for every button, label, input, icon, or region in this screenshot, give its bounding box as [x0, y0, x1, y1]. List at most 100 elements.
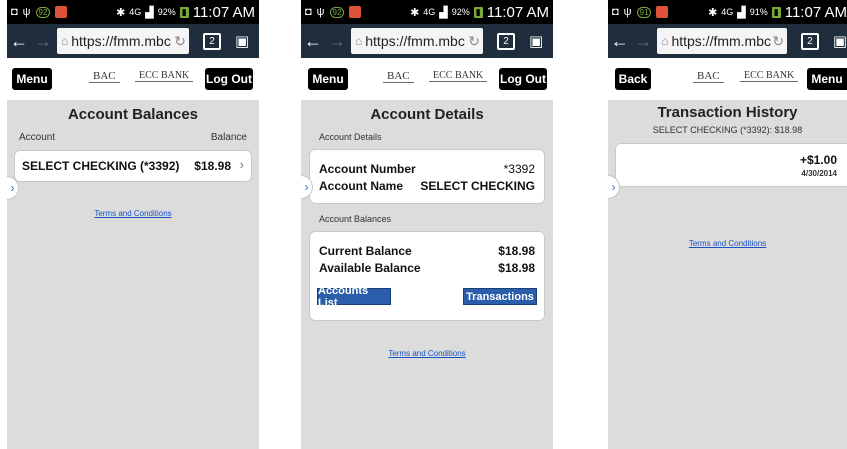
account-balances-card: Current Balance $18.98 Available Balance…: [309, 231, 545, 321]
menu-button[interactable]: Menu: [12, 68, 52, 90]
usb-icon: ψ: [22, 6, 31, 18]
browser-toolbar: ← → ⌂ https://fmm.mbc ↻ 2 ▣: [301, 24, 553, 58]
notification-badge: 92: [35, 6, 51, 18]
clock: 11:07 AM: [192, 3, 255, 21]
bluetooth-icon: ✱: [410, 6, 420, 19]
browser-toolbar: ← → ⌂ https://fmm.mbc ↻ 2 ▣: [7, 24, 259, 58]
page-title: Transaction History: [657, 104, 798, 121]
url-text: https://fmm.mbc: [365, 33, 465, 49]
notification-icon: ◘: [11, 6, 18, 18]
url-text: https://fmm.mbc: [671, 33, 772, 49]
signal-label: 4G: [129, 7, 142, 17]
terms-link[interactable]: Terms and Conditions: [301, 349, 553, 358]
usb-icon: ψ: [623, 6, 632, 18]
bac-logo: BAC: [693, 70, 724, 83]
battery-icon: ▮: [179, 6, 189, 18]
bluetooth-icon: ✱: [116, 6, 126, 19]
forward-arrow-icon[interactable]: →: [632, 31, 656, 52]
account-name: SELECT CHECKING (*3392): [22, 159, 180, 173]
notification-icon: ◘: [305, 6, 312, 18]
menu-button[interactable]: Menu: [807, 68, 847, 90]
signal-icon: ▟: [145, 6, 154, 19]
app-header: Menu BAC ECC BANK Log Out: [7, 58, 259, 100]
column-header-account: Account: [19, 132, 56, 143]
lock-icon: ⌂: [61, 34, 69, 48]
reload-icon[interactable]: ↻: [174, 33, 186, 50]
bookmark-icon[interactable]: ▣: [529, 32, 543, 50]
app-notification-icon: [656, 6, 669, 18]
tabs-button[interactable]: 2: [203, 32, 221, 50]
back-arrow-icon[interactable]: ←: [608, 31, 632, 52]
signal-icon: ▟: [737, 6, 746, 19]
app-notification-icon: [349, 6, 362, 18]
transaction-row[interactable]: +$1.00 4/30/2014: [615, 143, 847, 187]
logout-button[interactable]: Log Out: [205, 68, 253, 90]
status-bar: ◘ ψ 91 ✱ 4G ▟ 91% ▮ 11:07 AM: [608, 0, 847, 24]
available-balance-label: Available Balance: [319, 261, 421, 275]
account-number-label: Account Number: [319, 162, 416, 176]
notification-badge: 92: [329, 6, 345, 18]
url-text: https://fmm.mbc: [71, 33, 171, 49]
logout-button[interactable]: Log Out: [499, 68, 547, 90]
clock: 11:07 AM: [784, 3, 847, 21]
usb-icon: ψ: [316, 6, 325, 18]
address-bar[interactable]: ⌂ https://fmm.mbc ↻: [57, 28, 189, 54]
back-arrow-icon[interactable]: ←: [301, 31, 325, 52]
status-bar: ◘ ψ 92 ✱ 4G ▟ 92% ▮ 11:07 AM: [301, 0, 553, 24]
lock-icon: ⌂: [355, 34, 363, 48]
column-header-balance: Balance: [210, 132, 247, 143]
bac-logo: BAC: [383, 70, 414, 83]
address-bar[interactable]: ⌂ https://fmm.mbc ↻: [351, 28, 483, 54]
chevron-right-icon: ›: [239, 157, 244, 172]
menu-button[interactable]: Menu: [308, 68, 348, 90]
browser-toolbar: ← → ⌂ https://fmm.mbc ↻ 2 ▣: [608, 24, 847, 58]
transactions-button[interactable]: Transactions: [463, 288, 537, 305]
transaction-date: 4/30/2014: [801, 169, 837, 178]
bookmark-icon[interactable]: ▣: [833, 32, 847, 50]
forward-arrow-icon[interactable]: →: [325, 31, 349, 52]
tabs-button[interactable]: 2: [497, 32, 515, 50]
page-title: Account Details: [370, 106, 484, 123]
back-button[interactable]: Back: [615, 68, 651, 90]
account-number-value: *3392: [503, 162, 535, 176]
address-bar[interactable]: ⌂ https://fmm.mbc ↻: [657, 28, 788, 54]
forward-arrow-icon[interactable]: →: [31, 31, 55, 52]
battery-percent: 91%: [749, 7, 768, 17]
app-header: Menu BAC ECC BANK Log Out: [301, 58, 553, 100]
battery-icon: ▮: [771, 6, 781, 18]
back-arrow-icon[interactable]: ←: [7, 31, 31, 52]
terms-link[interactable]: Terms and Conditions: [7, 209, 259, 218]
bluetooth-icon: ✱: [708, 6, 718, 19]
account-row[interactable]: SELECT CHECKING (*3392) $18.98 ›: [14, 150, 252, 182]
notification-badge: 91: [636, 6, 652, 18]
terms-link[interactable]: Terms and Conditions: [608, 239, 847, 248]
available-balance-value: $18.98: [498, 261, 535, 275]
accounts-list-button[interactable]: Accounts List: [317, 285, 391, 309]
battery-percent: 92%: [451, 7, 470, 17]
battery-percent: 92%: [157, 7, 176, 17]
current-balance-value: $18.98: [498, 244, 535, 258]
page-title: Account Balances: [67, 106, 199, 123]
reload-icon[interactable]: ↻: [468, 33, 480, 50]
app-header: Back BAC ECC BANK Menu: [608, 58, 847, 100]
current-balance-label: Current Balance: [319, 244, 412, 258]
tabs-button[interactable]: 2: [801, 32, 819, 50]
clock: 11:07 AM: [486, 3, 549, 21]
reload-icon[interactable]: ↻: [772, 33, 784, 50]
notification-icon: ◘: [612, 6, 619, 18]
section-header-details: Account Details: [319, 132, 382, 142]
transaction-amount: +$1.00: [799, 153, 837, 167]
account-name-label: Account Name: [319, 179, 404, 193]
ecc-bank-logo: ECC BANK: [429, 70, 488, 82]
phone-screen-account-balances: ◘ ψ 92 ✱ 4G ▟ 92% ▮ 11:07 AM ← → ⌂ https…: [7, 0, 259, 449]
status-bar: ◘ ψ 92 ✱ 4G ▟ 92% ▮ 11:07 AM: [7, 0, 259, 24]
ecc-bank-logo: ECC BANK: [740, 70, 799, 82]
signal-label: 4G: [423, 7, 436, 17]
account-balance: $18.98: [194, 159, 231, 173]
section-header-balances: Account Balances: [319, 214, 392, 224]
bookmark-icon[interactable]: ▣: [235, 32, 249, 50]
lock-icon: ⌂: [661, 34, 669, 48]
account-details-card: Account Number *3392 Account Name SELECT…: [309, 149, 545, 204]
phone-screen-account-details: ◘ ψ 92 ✱ 4G ▟ 92% ▮ 11:07 AM ← → ⌂ https…: [301, 0, 553, 449]
account-name-value: SELECT CHECKING: [420, 179, 535, 193]
